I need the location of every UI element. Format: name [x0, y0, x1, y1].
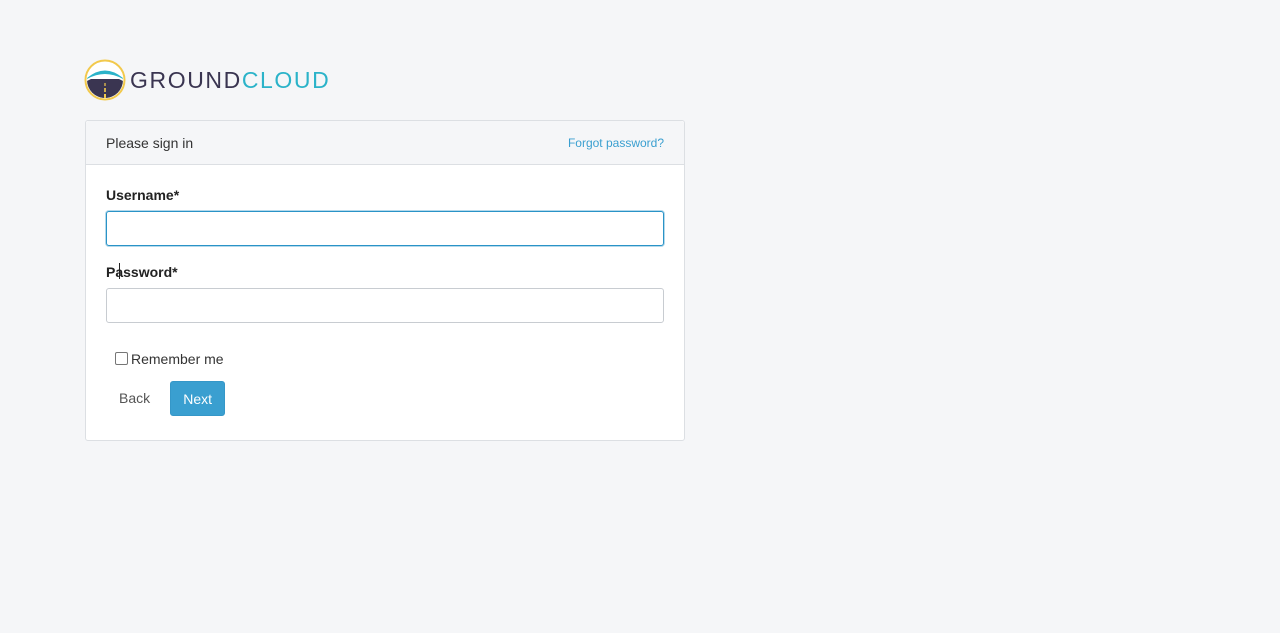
- username-label: Username*: [106, 187, 180, 203]
- signin-form: Username* Password* Remember me Back Nex…: [86, 165, 684, 436]
- brand-logo: GROUNDCLOUD: [84, 59, 330, 101]
- remember-me-checkbox[interactable]: [115, 352, 128, 365]
- form-actions: Back Next: [106, 381, 664, 416]
- password-label: Password*: [106, 264, 178, 280]
- next-button[interactable]: Next: [170, 381, 226, 416]
- brand-name-cloud: CLOUD: [241, 67, 331, 93]
- text-caret: [119, 263, 120, 279]
- brand-name-ground: GROUND: [130, 67, 242, 93]
- signin-title: Please sign in: [106, 134, 194, 151]
- remember-me-label[interactable]: Remember me: [131, 351, 224, 367]
- signin-card: Please sign in Forgot password? Username…: [85, 120, 685, 441]
- back-button[interactable]: Back: [106, 381, 163, 416]
- brand-wordmark: GROUNDCLOUD: [130, 59, 330, 101]
- remember-me-row: Remember me: [106, 351, 664, 367]
- forgot-password-link[interactable]: Forgot password?: [568, 136, 664, 150]
- road-mountain-logo-icon: [84, 59, 126, 101]
- username-input[interactable]: [106, 211, 664, 246]
- signin-card-header: Please sign in Forgot password?: [86, 121, 684, 165]
- password-input[interactable]: [106, 288, 664, 323]
